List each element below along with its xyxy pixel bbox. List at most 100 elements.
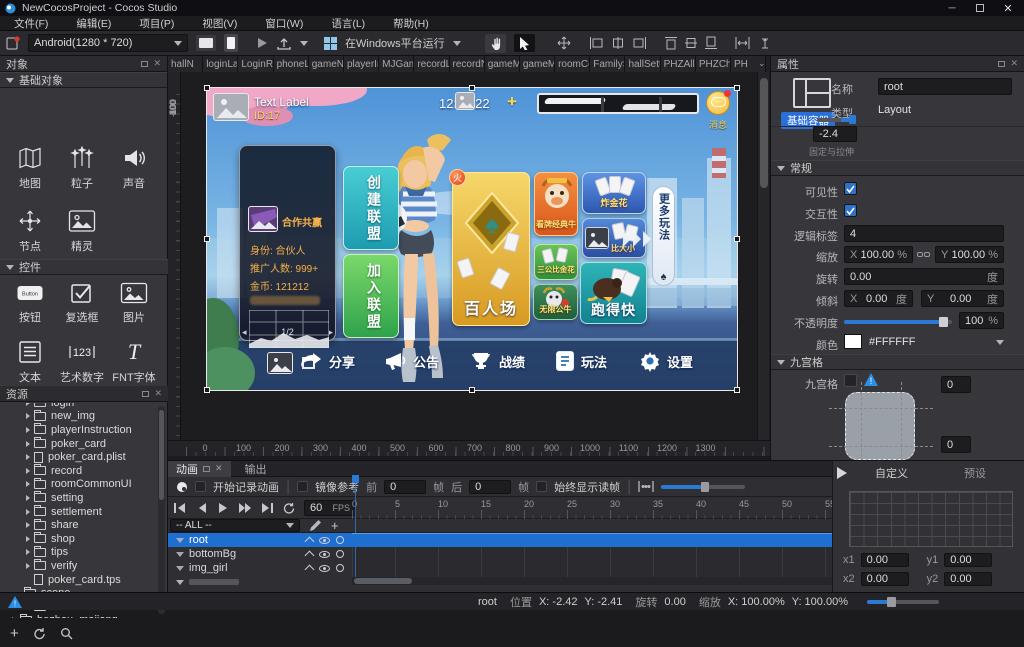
object-item-sprite[interactable]: 精灵	[56, 209, 108, 254]
x1-input[interactable]: 0.00	[861, 553, 909, 567]
layer-row[interactable]: root	[168, 533, 352, 547]
expand-arrow-icon[interactable]	[12, 617, 16, 618]
first-frame-button[interactable]	[168, 500, 190, 516]
prev-frame-button[interactable]	[190, 500, 212, 516]
new-scene-icon[interactable]	[6, 36, 20, 50]
expand-arrow-icon[interactable]	[26, 536, 30, 542]
object-item-map[interactable]: 地图	[4, 146, 56, 191]
expand-arrow-icon[interactable]	[26, 441, 30, 447]
anchor-slider[interactable]	[817, 118, 853, 122]
promo-prev-arrow[interactable]: ◂	[242, 327, 247, 338]
game-canvas[interactable]: Text Label ID:17 12:24:22 + ··· 消息	[207, 88, 737, 390]
menu-item[interactable]: 编辑(E)	[70, 16, 133, 31]
selection-handle[interactable]	[469, 85, 475, 91]
after-input[interactable]: 0	[469, 480, 511, 494]
message-button[interactable]: ··· 消息	[704, 91, 732, 133]
expand-arrow-icon[interactable]	[26, 563, 30, 569]
record-icon[interactable]	[176, 481, 188, 493]
frames-hscrollbar[interactable]	[352, 577, 832, 585]
nav-records[interactable]: 战绩	[469, 350, 525, 372]
document-tab[interactable]: recordL	[414, 56, 449, 72]
maximize-button[interactable]	[969, 4, 991, 12]
align-center-h-icon[interactable]	[611, 37, 625, 49]
float-panel-icon[interactable]	[142, 391, 149, 397]
scale-y-input[interactable]: Y100.00%	[935, 246, 1004, 263]
game-card-paodekuai[interactable]: 跑得快	[580, 262, 647, 324]
document-tab[interactable]: PHZAlli	[661, 56, 696, 72]
selection-handle[interactable]	[204, 236, 210, 242]
same-height-icon[interactable]	[758, 37, 772, 50]
add-button[interactable]: +	[507, 92, 517, 112]
play-anim-button[interactable]	[212, 500, 234, 516]
color-swatch[interactable]	[844, 334, 862, 349]
tree-scrollbar[interactable]	[158, 406, 165, 614]
document-tab[interactable]: FamilyS	[590, 56, 625, 72]
frame-ruler[interactable]: 0510152025303540455055	[352, 497, 832, 519]
resource-item[interactable]: shop	[0, 532, 168, 546]
menu-item[interactable]: 项目(P)	[133, 16, 196, 31]
showframe-checkbox[interactable]	[536, 481, 547, 492]
interactive-checkbox[interactable]	[844, 204, 857, 217]
search-icon[interactable]	[60, 627, 73, 640]
collapse-layer-icon[interactable]	[305, 537, 315, 547]
lock-icon[interactable]	[336, 564, 344, 572]
document-tab[interactable]: hallSett	[625, 56, 660, 72]
close-button[interactable]: ✕	[997, 2, 1019, 15]
visibility-icon[interactable]	[319, 537, 330, 544]
before-input[interactable]: 0	[384, 480, 426, 494]
layer-row[interactable]: bottomBg	[168, 547, 352, 561]
expand-arrow-icon[interactable]	[26, 427, 30, 433]
selection-handle[interactable]	[734, 85, 740, 91]
object-item-fnt-font[interactable]: T FNT字体	[108, 340, 160, 385]
object-item-image[interactable]: 图片	[108, 282, 160, 325]
float-panel-icon[interactable]	[141, 61, 148, 67]
document-tab[interactable]: roomCo	[555, 56, 590, 72]
float-panel-icon[interactable]	[998, 61, 1005, 67]
join-alliance-banner[interactable]: 加入联盟	[343, 254, 399, 338]
document-tab[interactable]: gameN	[309, 56, 344, 72]
name-input[interactable]: root	[878, 78, 1012, 95]
root-track-bar[interactable]	[352, 533, 832, 547]
playhead[interactable]	[352, 475, 359, 483]
resource-item[interactable]: new_img	[0, 410, 168, 424]
document-tab[interactable]: loginLa	[203, 56, 238, 72]
expand-arrow-icon[interactable]	[26, 468, 30, 474]
opacity-slider[interactable]	[844, 320, 952, 324]
resource-item[interactable]: record	[0, 464, 168, 478]
expand-arrow-icon[interactable]	[26, 509, 30, 515]
last-frame-button[interactable]	[256, 500, 278, 516]
anchor-value-input[interactable]: -2.4	[813, 126, 857, 142]
ninepatch-bottom-input[interactable]: 0	[941, 436, 971, 453]
nav-announcement[interactable]: 公告	[383, 350, 439, 372]
expand-arrow-icon[interactable]	[26, 454, 30, 460]
resource-item[interactable]: poker_card.plist	[0, 450, 168, 464]
select-tool[interactable]	[514, 34, 535, 52]
skew-y-input[interactable]: Y0.00度	[921, 290, 1004, 307]
document-tab[interactable]: gameM	[485, 56, 520, 72]
close-panel-icon[interactable]: ✕	[215, 463, 223, 474]
frame-interval-icon[interactable]	[638, 481, 654, 492]
document-tab[interactable]: playerIn	[344, 56, 379, 72]
resource-item[interactable]: tips	[0, 546, 168, 560]
resource-item[interactable]: poker_card.tps	[0, 573, 168, 587]
y2-input[interactable]: 0.00	[944, 572, 992, 586]
document-tab[interactable]: gameM	[520, 56, 555, 72]
color-dropdown-chevron[interactable]	[996, 340, 1004, 345]
canvas-vscrollbar[interactable]	[757, 72, 769, 440]
visibility-icon[interactable]	[319, 565, 330, 572]
menu-item[interactable]: 语言(L)	[325, 16, 387, 31]
publish-options-chevron[interactable]	[300, 41, 308, 46]
refresh-icon[interactable]	[33, 627, 46, 640]
zoom-slider[interactable]	[661, 485, 745, 489]
game-card-zhajinhua[interactable]: 炸金花	[582, 172, 646, 214]
fps-input[interactable]: 60FPS	[304, 500, 356, 516]
resource-item[interactable]: settlement	[0, 505, 168, 519]
promo-panel[interactable]: 合作共赢 身份: 合伙人 推广人数: 999+ 金币: 121212 1/2 ◂…	[239, 145, 336, 341]
selection-handle[interactable]	[734, 387, 740, 393]
expand-arrow-icon[interactable]	[26, 413, 30, 419]
game-card-bull[interactable]: 无限公牛	[533, 284, 578, 320]
run-platform-button[interactable]: 在Windows平台运行	[345, 35, 445, 51]
resource-item[interactable]: roomCommonUI	[0, 478, 168, 492]
resource-item[interactable]: setting	[0, 491, 168, 505]
landscape-view-button[interactable]	[196, 35, 216, 51]
